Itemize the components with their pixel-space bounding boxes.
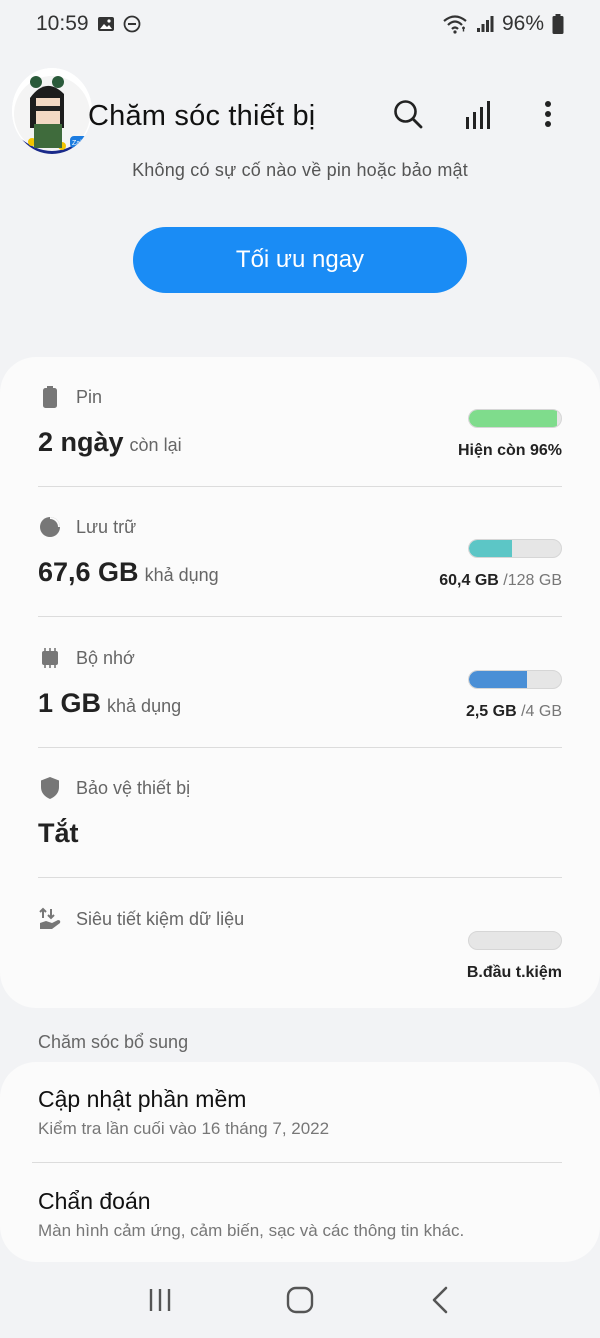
divider [38,877,562,878]
battery-label: Pin [76,386,103,407]
memory-row[interactable]: Bộ nhớ 1 GB khả dụng 2,5 GB /4 GB [38,618,562,748]
data-saver-bar [468,931,562,950]
page-title: Chăm sóc thiết bị [88,100,316,132]
storage-value: 67,6 GB [38,557,139,587]
search-icon [394,100,423,129]
diagnostics-subtitle: Màn hình cảm ứng, cảm biến, sạc và các t… [38,1221,465,1240]
home-icon [286,1286,314,1314]
storage-pie-icon [38,515,62,539]
software-update-title: Cập nhật phần mềm [38,1086,247,1112]
additional-care-card: Cập nhật phần mềm Kiểm tra lần cuối vào … [0,1062,600,1262]
more-options-button[interactable] [530,96,566,132]
app-header: Zalo Chăm sóc thiết bị [0,60,600,170]
optimize-now-button[interactable]: Tối ưu ngay [133,227,467,293]
back-button[interactable] [420,1280,460,1320]
divider [32,1162,562,1163]
search-button[interactable] [390,96,426,132]
divider [38,616,562,617]
storage-caption: 60,4 GB /128 GB [439,572,562,589]
chart-icon [466,101,490,129]
data-saver-icon [38,907,62,931]
memory-bar [468,670,562,689]
device-protection-row[interactable]: Bảo vệ thiết bị Tắt [38,748,562,878]
data-saver-label: Siêu tiết kiệm dữ liệu [76,908,245,929]
battery-row[interactable]: Pin 2 ngày còn lại Hiện còn 96% [38,357,562,487]
home-button[interactable] [280,1280,320,1320]
data-saver-row[interactable]: Siêu tiết kiệm dữ liệu B.đầu t.kiệm [38,879,562,1009]
navigation-bar [0,1262,600,1338]
avatar-zalo-text: Zalo [72,140,86,147]
dnd-icon [123,15,141,33]
gallery-icon [97,15,115,33]
software-update-subtitle: Kiểm tra lần cuối vào 16 tháng 7, 2022 [38,1119,330,1138]
storage-unit: khả dụng [144,565,219,585]
battery-percent: 96% [501,12,544,35]
storage-row[interactable]: Lưu trữ 67,6 GB khả dụng 60,4 GB /128 GB [38,487,562,617]
status-time: 10:59 [36,12,89,35]
battery-unit: còn lại [129,435,182,455]
avatar[interactable]: Zalo [12,68,92,154]
device-protection-value: Tắt [38,818,79,848]
battery-bar-fill [469,410,558,427]
diagnostics-item[interactable]: Chẩn đoán Màn hình cảm ứng, cảm biến, sạ… [38,1188,562,1241]
data-saver-caption[interactable]: B.đầu t.kiệm [467,964,562,982]
memory-chip-icon [38,646,62,670]
status-bar: 10:59 96% [0,0,600,48]
device-protection-label: Bảo vệ thiết bị [76,777,191,798]
status-summary: Không có sự cố nào về pin hoặc bảo mật [132,160,468,180]
memory-caption: 2,5 GB /4 GB [465,703,562,720]
recent-apps-button[interactable] [140,1280,180,1320]
memory-label: Bộ nhớ [76,647,135,668]
memory-bar-fill [469,671,527,688]
battery-value: 2 ngày [38,427,124,457]
battery-caption: Hiện còn 96% [457,442,562,459]
battery-icon [38,385,62,409]
status-card: Pin 2 ngày còn lại Hiện còn 96% Lưu trữ … [0,357,600,1008]
additional-care-header: Chăm sóc bổ sung [38,1032,189,1052]
more-icon [545,101,551,127]
shield-icon [38,776,62,800]
memory-value: 1 GB [38,688,102,718]
storage-label: Lưu trữ [76,516,137,537]
wifi-icon [442,14,468,34]
diagnostics-title: Chẩn đoán [38,1188,151,1214]
signal-icon [476,15,494,33]
storage-bar-fill [469,540,513,557]
stats-button[interactable] [460,96,496,132]
storage-bar [468,539,562,558]
software-update-item[interactable]: Cập nhật phần mềm Kiểm tra lần cuối vào … [38,1086,562,1139]
battery-bar [468,409,562,428]
memory-unit: khả dụng [107,696,182,716]
recent-apps-icon [149,1289,171,1311]
back-icon [432,1286,448,1314]
battery-icon [552,14,564,34]
